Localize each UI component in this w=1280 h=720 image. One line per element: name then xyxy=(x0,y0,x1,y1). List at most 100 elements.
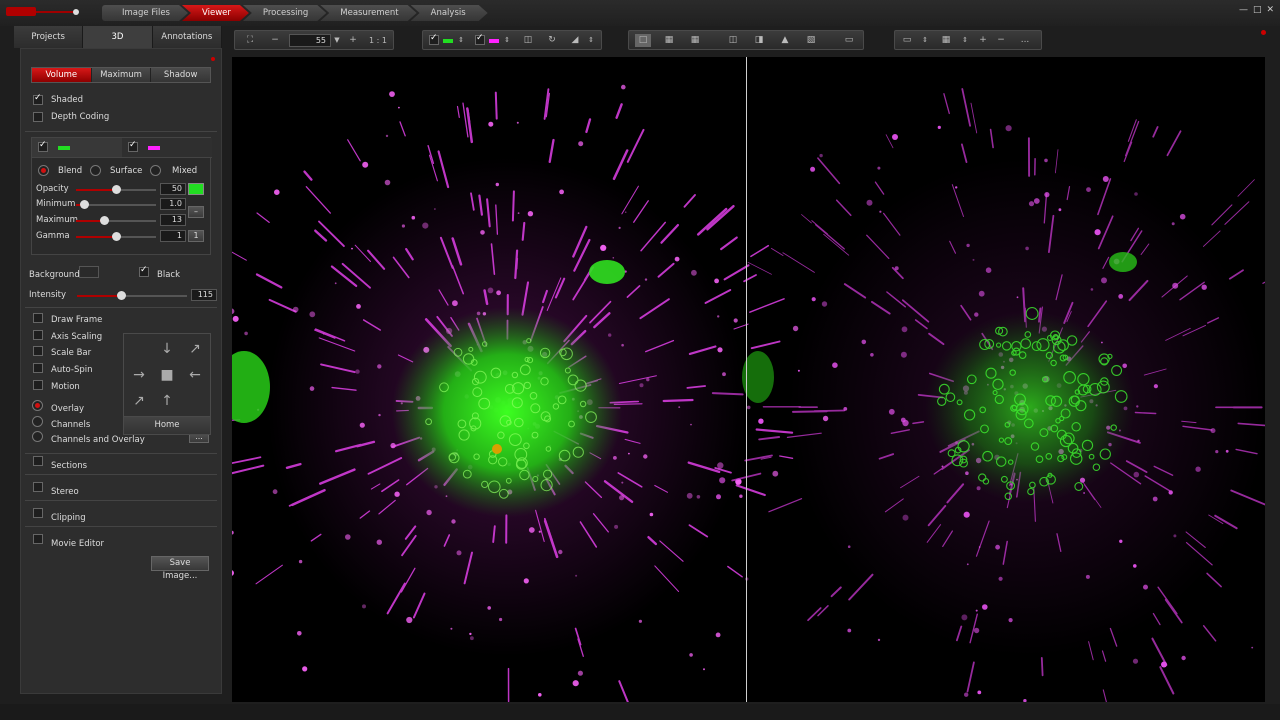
channels-radio[interactable] xyxy=(32,416,43,427)
workflow-step-viewer[interactable]: Viewer xyxy=(182,5,249,21)
shaded-checkbox[interactable] xyxy=(33,93,43,105)
zoom-out-button[interactable]: − xyxy=(269,34,281,47)
range-reset-button[interactable]: – xyxy=(188,206,204,218)
arrow-down-icon[interactable]: ↓ xyxy=(154,336,180,362)
actual-size-button[interactable]: 1 : 1 xyxy=(365,34,391,47)
opacity-slider[interactable] xyxy=(76,185,156,194)
scale-bar-checkbox[interactable] xyxy=(33,346,43,356)
black-label: Black xyxy=(157,270,180,280)
tile-dropdown-icon[interactable]: ⇕ xyxy=(921,34,929,47)
green-channel-dropdown-icon[interactable]: ⇕ xyxy=(457,34,465,47)
channel-tab-green[interactable] xyxy=(32,138,122,158)
workflow-step-image-files[interactable]: Image Files xyxy=(102,5,188,21)
more-options-button[interactable]: ... xyxy=(1017,34,1033,47)
magenta-channel-dropdown-icon[interactable]: ⇕ xyxy=(503,34,511,47)
draw-frame-checkbox[interactable] xyxy=(33,313,43,323)
channel-green-checkbox[interactable] xyxy=(38,140,48,152)
mixed-radio[interactable] xyxy=(150,165,161,176)
clipping-checkbox[interactable] xyxy=(33,508,43,518)
channels-overlay-radio[interactable] xyxy=(32,431,43,442)
center-view-icon[interactable]: ■ xyxy=(154,362,180,388)
render-mode-shadow[interactable]: Shadow xyxy=(151,68,211,82)
channel-magenta-checkbox[interactable] xyxy=(128,140,138,152)
auto-spin-checkbox[interactable] xyxy=(33,363,43,373)
channel-color-button[interactable] xyxy=(188,183,204,195)
gamma-reset-button[interactable]: 1 xyxy=(188,230,204,242)
arrow-diagonal-icon[interactable]: ↗ xyxy=(182,336,208,362)
minimum-slider[interactable] xyxy=(76,200,156,209)
maximum-slider[interactable] xyxy=(76,216,156,225)
alert-dot-icon xyxy=(211,57,215,61)
render-mode-maximum[interactable]: Maximum xyxy=(91,68,152,82)
background-color-button[interactable] xyxy=(79,266,99,278)
split-view-icon[interactable]: ▦ xyxy=(661,34,677,47)
motion-checkbox[interactable] xyxy=(33,380,43,390)
channel-settings: Blend Surface Mixed Opacity 50 Minimum 1… xyxy=(31,137,212,255)
arrow-up-icon[interactable]: ↑ xyxy=(154,388,180,414)
3d-cube-icon[interactable]: ▲ xyxy=(777,34,793,47)
maximize-icon[interactable]: □ xyxy=(1253,5,1262,15)
thumbnail-dropdown-icon[interactable]: ⇕ xyxy=(961,34,969,47)
gallery-icon[interactable]: ◫ xyxy=(725,34,741,47)
divider xyxy=(25,526,217,527)
refresh-icon[interactable]: ↻ xyxy=(545,34,559,47)
overlay-radio[interactable] xyxy=(32,400,43,411)
close-icon[interactable]: ✕ xyxy=(1266,5,1274,15)
arrow-left-icon[interactable]: ← xyxy=(182,362,208,388)
histogram-icon[interactable]: ◢ xyxy=(567,34,583,47)
tab-3d[interactable]: 3D xyxy=(83,26,153,48)
axis-scaling-checkbox[interactable] xyxy=(33,330,43,340)
intensity-slider[interactable] xyxy=(77,291,187,300)
magenta-channel-swatch xyxy=(489,39,499,43)
export-view-icon[interactable]: ▭ xyxy=(841,34,857,47)
left-panel: Projects 3D Annotations Volume Maximum S… xyxy=(14,26,222,694)
stereo-checkbox[interactable] xyxy=(33,482,43,492)
black-checkbox[interactable] xyxy=(139,265,149,277)
status-indicator-icon xyxy=(1261,30,1266,35)
arrow-right-icon[interactable]: → xyxy=(126,362,152,388)
arrow-diagonal-up-icon[interactable]: ↗ xyxy=(126,388,152,414)
movie-editor-label: Movie Editor xyxy=(51,539,105,549)
zoom-in-button[interactable]: + xyxy=(347,34,359,47)
maximum-value[interactable]: 13 xyxy=(160,214,186,226)
intensity-label: Intensity xyxy=(29,290,66,300)
lut-icon[interactable]: ◫ xyxy=(521,34,535,47)
zoom-input[interactable]: 55 xyxy=(289,34,331,47)
channel-tab-magenta[interactable] xyxy=(122,138,212,158)
opacity-value[interactable]: 50 xyxy=(160,183,186,195)
image-viewer[interactable] xyxy=(232,57,1265,702)
stack-icon[interactable]: ◨ xyxy=(751,34,767,47)
minimize-icon[interactable]: — xyxy=(1239,5,1248,15)
render-mode-volume[interactable]: Volume xyxy=(32,68,92,82)
quad-view-icon[interactable]: ▦ xyxy=(687,34,703,47)
green-channel-toggle[interactable] xyxy=(429,33,439,45)
minimum-value[interactable]: 1.0 xyxy=(160,198,186,210)
cursor-icon xyxy=(492,444,502,454)
workflow-step-processing[interactable]: Processing xyxy=(243,5,326,21)
single-view-icon[interactable]: □ xyxy=(635,34,651,47)
home-button[interactable]: Home xyxy=(124,416,210,434)
add-view-button[interactable]: + xyxy=(977,34,989,47)
histogram-dropdown-icon[interactable]: ⇕ xyxy=(587,34,595,47)
intensity-value[interactable]: 115 xyxy=(191,289,217,301)
fit-view-icon[interactable]: ⛶ xyxy=(243,34,257,47)
remove-view-button[interactable]: − xyxy=(995,34,1007,47)
blend-radio[interactable] xyxy=(38,165,49,176)
magenta-channel-toggle[interactable] xyxy=(475,33,485,45)
save-image-button[interactable]: Save Image... xyxy=(151,556,209,581)
gamma-slider[interactable] xyxy=(76,232,156,241)
sections-checkbox[interactable] xyxy=(33,456,43,466)
tab-annotations[interactable]: Annotations xyxy=(152,26,222,48)
tab-projects[interactable]: Projects xyxy=(14,26,84,48)
workflow-step-analysis[interactable]: Analysis xyxy=(411,5,488,21)
thumbnail-icon[interactable]: ▦ xyxy=(935,34,957,47)
depth-coding-checkbox[interactable] xyxy=(33,112,43,122)
zoom-dropdown-icon[interactable]: ▼ xyxy=(333,34,341,47)
workflow-step-measurement[interactable]: Measurement xyxy=(320,5,416,21)
crop-icon[interactable]: ▧ xyxy=(803,34,819,47)
movie-editor-checkbox[interactable] xyxy=(33,534,43,544)
tile-view-icon[interactable]: ▭ xyxy=(899,34,915,47)
gamma-value[interactable]: 1 xyxy=(160,230,186,242)
surface-radio[interactable] xyxy=(90,165,101,176)
channels-overlay-label: Channels and Overlay xyxy=(51,435,145,445)
